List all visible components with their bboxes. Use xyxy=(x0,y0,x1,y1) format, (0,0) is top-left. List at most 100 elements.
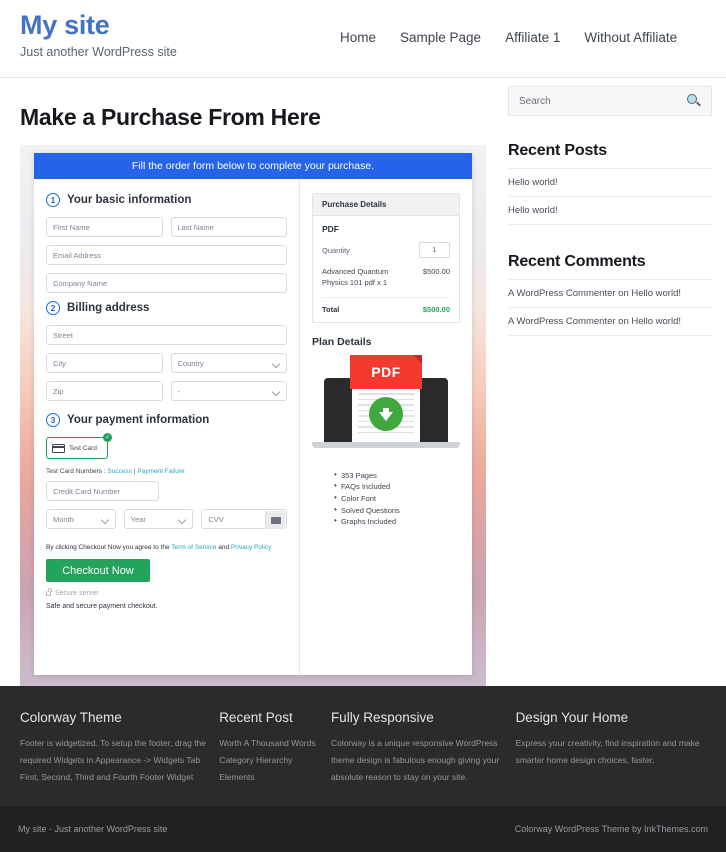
order-form-screenshot: Fill the order form below to complete yo… xyxy=(20,145,486,690)
lock-icon xyxy=(46,591,51,596)
list-item[interactable]: A WordPress Commenter on Hello world! xyxy=(508,279,712,307)
footer-column-title: Fully Responsive xyxy=(331,710,516,725)
credit-card-number-input[interactable]: Credit Card Number xyxy=(46,481,159,501)
order-form-left-column: 1 Your basic information First Name Last… xyxy=(34,179,300,675)
pdf-badge-icon: PDF xyxy=(350,355,422,389)
purchase-details-box: Purchase Details PDF Quantity 1 Advanced… xyxy=(312,193,460,323)
step-3-header: 3 Your payment information xyxy=(46,413,287,427)
plan-details-title: Plan Details xyxy=(312,336,460,348)
laptop-base xyxy=(312,442,460,448)
success-link[interactable]: Success xyxy=(107,468,132,475)
nav-item-sample-page[interactable]: Sample Page xyxy=(400,30,481,45)
footer-column-recent-post: Recent Post Worth A Thousand Words Categ… xyxy=(219,710,331,786)
zip-input[interactable]: Zip xyxy=(46,381,163,401)
content-column: Make a Purchase From Here Fill the order… xyxy=(20,78,486,690)
nav-item-home[interactable]: Home xyxy=(340,30,376,45)
purchase-details-body: PDF Quantity 1 Advanced Quantum Physics … xyxy=(313,216,459,322)
quantity-input[interactable]: 1 xyxy=(419,242,450,258)
footer-column-title: Recent Post xyxy=(219,710,331,725)
order-form-banner: Fill the order form below to complete yo… xyxy=(34,153,472,179)
terms-mid: and xyxy=(216,544,230,551)
street-input[interactable]: Street xyxy=(46,325,287,345)
state-select[interactable]: - xyxy=(171,381,288,401)
site-header: My site Just another WordPress site Home… xyxy=(0,0,726,78)
term-of-service-link[interactable]: Term of Service xyxy=(171,544,216,551)
country-select[interactable]: Country xyxy=(171,353,288,373)
step-2-number: 2 xyxy=(46,301,60,315)
step-3-title: Your payment information xyxy=(67,414,209,426)
email-input[interactable]: Email Address xyxy=(46,245,287,265)
footer-widgets: Colorway Theme Footer is widgetized. To … xyxy=(0,686,726,786)
zip-state-row: Zip - xyxy=(46,381,287,409)
total-label: Total xyxy=(322,305,339,314)
search-widget[interactable]: Search xyxy=(508,86,712,116)
recent-comments-list: A WordPress Commenter on Hello world! A … xyxy=(508,279,712,336)
quantity-label: Quantity xyxy=(322,246,350,255)
footer-column-colorway-theme: Colorway Theme Footer is widgetized. To … xyxy=(20,710,219,786)
last-name-input[interactable]: Last Name xyxy=(171,217,288,237)
terms-notice: By clicking Checkout Now you agree to th… xyxy=(46,544,287,551)
list-item[interactable]: Elements xyxy=(219,769,331,786)
footer-column-text: Colorway is a unique responsive WordPres… xyxy=(331,735,516,786)
page-wrapper: Make a Purchase From Here Fill the order… xyxy=(0,78,726,690)
company-input[interactable]: Company Name xyxy=(46,273,287,293)
nav-item-without-affiliate[interactable]: Without Affiliate xyxy=(584,30,677,45)
city-country-row: City Country xyxy=(46,353,287,381)
privacy-policy-link[interactable]: Privacy Policy xyxy=(231,544,271,551)
nav-item-affiliate-1[interactable]: Affiliate 1 xyxy=(505,30,560,45)
order-form-right-column: Purchase Details PDF Quantity 1 Advanced… xyxy=(300,179,472,675)
list-item[interactable]: Hello world! xyxy=(508,196,712,225)
list-item: 353 Pages xyxy=(334,470,460,482)
secure-server-label: Secure server xyxy=(55,590,99,597)
cvv-input[interactable]: CVV xyxy=(201,509,287,529)
name-row: First Name Last Name xyxy=(46,217,287,245)
check-circle-icon: ✓ xyxy=(103,433,112,442)
site-tagline: Just another WordPress site xyxy=(20,45,177,59)
footer-column-design-your-home: Design Your Home Express your creativity… xyxy=(516,710,706,786)
recent-posts-list: Hello world! Hello world! xyxy=(508,168,712,225)
line-item-price: $500.00 xyxy=(423,267,450,289)
plan-feature-list: 353 Pages FAQs Included Color Font Solve… xyxy=(334,470,460,528)
copyright-left: My site - Just another WordPress site xyxy=(18,824,167,834)
site-footer: Colorway Theme Footer is widgetized. To … xyxy=(0,686,726,852)
footer-column-fully-responsive: Fully Responsive Colorway is a unique re… xyxy=(331,710,516,786)
pdf-download-illustration: PDF xyxy=(312,354,460,464)
search-input[interactable]: Search xyxy=(519,96,551,107)
year-select[interactable]: Year xyxy=(124,509,194,529)
sidebar: Search Recent Posts Hello world! Hello w… xyxy=(508,78,712,690)
checkout-now-button[interactable]: Checkout Now xyxy=(46,559,150,582)
recent-posts-title: Recent Posts xyxy=(508,142,712,160)
order-form-body: 1 Your basic information First Name Last… xyxy=(34,179,472,675)
list-item[interactable]: Hello world! xyxy=(508,168,712,196)
step-1-title: Your basic information xyxy=(67,194,191,206)
site-title[interactable]: My site xyxy=(20,11,177,41)
list-item[interactable]: Worth A Thousand Words xyxy=(219,735,331,752)
payment-failure-link[interactable]: Payment Failure xyxy=(137,468,184,475)
list-item[interactable]: Category Hierarchy xyxy=(219,752,331,769)
city-input[interactable]: City xyxy=(46,353,163,373)
footer-column-text: Express your creativity, find inspiratio… xyxy=(516,735,706,769)
cvv-card-icon xyxy=(265,511,285,529)
list-item: FAQs Included xyxy=(334,481,460,493)
footer-column-title: Colorway Theme xyxy=(20,710,219,725)
footer-column-text: Footer is widgetized. To setup the foote… xyxy=(20,735,219,786)
main-navigation[interactable]: Home Sample Page Affiliate 1 Without Aff… xyxy=(340,30,677,45)
search-icon[interactable] xyxy=(687,94,701,108)
list-item[interactable]: A WordPress Commenter on Hello world! xyxy=(508,307,712,336)
total-amount: $500.00 xyxy=(423,305,450,314)
product-type: PDF xyxy=(322,224,450,234)
first-name-input[interactable]: First Name xyxy=(46,217,163,237)
credit-card-icon xyxy=(52,444,65,453)
test-card-label: Test Card xyxy=(69,445,97,452)
test-card-numbers-note: Test Card Numbers : Success | Payment Fa… xyxy=(46,468,287,475)
brand[interactable]: My site Just another WordPress site xyxy=(20,0,177,59)
test-card-button[interactable]: Test Card ✓ xyxy=(46,437,108,459)
quantity-row: Quantity 1 xyxy=(322,242,450,258)
copyright-right[interactable]: Colorway WordPress Theme by InkThemes.co… xyxy=(515,824,708,834)
cvv-placeholder: CVV xyxy=(208,515,223,524)
month-select[interactable]: Month xyxy=(46,509,116,529)
list-item: Graphs Included xyxy=(334,516,460,528)
list-item: Color Font xyxy=(334,493,460,505)
step-3-number: 3 xyxy=(46,413,60,427)
list-item: Solved Questions xyxy=(334,505,460,517)
